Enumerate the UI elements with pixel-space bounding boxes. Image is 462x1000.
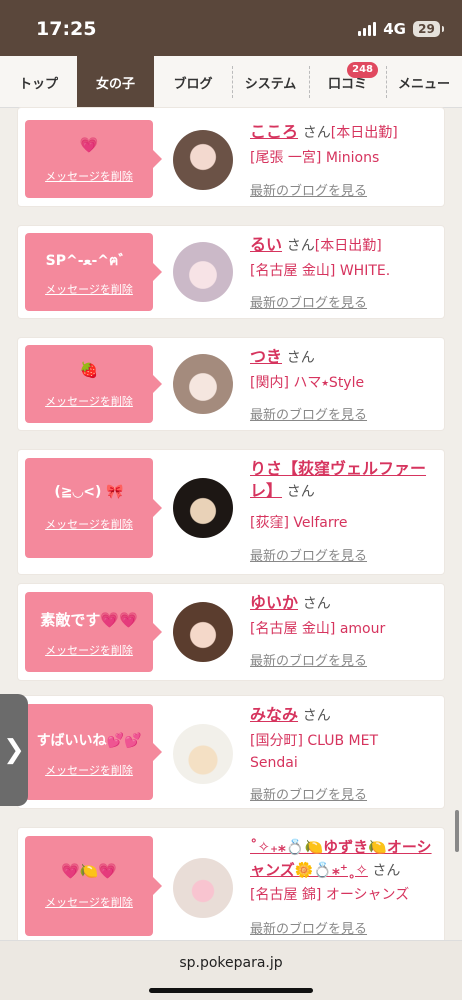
list-item: (≧◡<) 🎀 メッセージを削除 りさ【荻窪ヴェルファーレ】 さん [荻窪] V… [18,450,444,574]
name-line: ˚✧₊⁎💍🍋ゆずき🍋オーシャンズ🌼💍⁎⁺˳✧ さん [250,836,434,882]
latest-blog-link[interactable]: 最新のブログを見る [250,545,367,564]
shop-label: [名古屋 金山] WHITE. [250,263,391,279]
latest-blog-link[interactable]: 最新のブログを見る [250,180,367,199]
message-bubble: 素敵です💗💗 メッセージを削除 [25,592,162,672]
delete-message-link[interactable]: メッセージを削除 [25,281,153,297]
battery-icon: 29 [413,21,444,37]
girl-name-link[interactable]: ˚✧₊⁎💍🍋ゆずき🍋オーシャンズ🌼💍⁎⁺˳✧ [250,838,432,879]
shop-label: [荻窪] Velfarre [250,515,348,531]
name-line: つき さん [250,346,434,369]
name-line: みなみ さん [250,704,434,727]
list-item: すばいいね💕💕 メッセージを削除 みなみ さん [国分町] CLUB MET S… [18,696,444,808]
latest-blog-link[interactable]: 最新のブログを見る [250,292,367,311]
shop-label: [名古屋 錦] オーシャンズ [250,887,410,903]
list-item: 💗 メッセージを削除 こころ さん[本日出勤] [尾張 一宮] Minions … [18,108,444,206]
tab-top[interactable]: トップ [0,56,77,108]
status-label: [本日出勤] [330,125,398,141]
chevron-right-icon: ❯ [3,735,25,765]
tab-girls[interactable]: 女の子 [77,56,154,108]
message-text: 🍓 [79,361,99,379]
side-panel-toggle[interactable]: ❯ [0,694,28,806]
tab-menu[interactable]: メニュー [386,56,462,108]
avatar[interactable] [173,724,233,784]
message-text: 素敵です💗💗 [40,611,138,629]
latest-blog-link[interactable]: 最新のブログを見る [250,650,367,669]
message-text: 💗 [79,136,99,154]
name-line: ゆいか さん [250,592,434,615]
signal-icon [358,22,377,36]
honorific: さん [372,863,401,879]
url-text[interactable]: sp.pokepara.jp [0,955,462,971]
latest-blog-link[interactable]: 最新のブログを見る [250,918,367,937]
delete-message-link[interactable]: メッセージを削除 [25,168,153,184]
delete-message-link[interactable]: メッセージを削除 [25,894,153,910]
message-bubble: 💗 メッセージを削除 [25,120,162,198]
list-item: 💗🍋💗 メッセージを削除 ˚✧₊⁎💍🍋ゆずき🍋オーシャンズ🌼💍⁎⁺˳✧ さん [… [18,828,444,958]
status-time: 17:25 [36,18,97,40]
latest-blog-link[interactable]: 最新のブログを見る [250,784,367,803]
tab-label: メニュー [397,76,450,92]
message-text: (≧◡<) 🎀 [54,484,124,500]
girl-name-link[interactable]: みなみ [250,705,298,724]
list-item: SP^-ﻌ-^ฅ゛ メッセージを削除 るい さん[本日出勤] [名古屋 金山] … [18,226,444,318]
scrollbar[interactable] [455,810,459,852]
delete-message-link[interactable]: メッセージを削除 [25,516,153,532]
avatar[interactable] [173,478,233,538]
shop-label: [名古屋 金山] amour [250,621,386,637]
message-bubble: (≧◡<) 🎀 メッセージを削除 [25,458,162,558]
tab-label: トップ [18,76,58,92]
girl-name-link[interactable]: ゆいか [250,593,298,612]
honorific: さん [286,238,315,254]
shop-label: [国分町] CLUB MET Sendai [250,733,379,771]
tab-label: 女の子 [95,76,135,92]
tab-label: ブログ [173,76,213,92]
status-indicators: 4G 29 [358,20,444,38]
name-line: りさ【荻窪ヴェルファーレ】 さん [250,458,440,503]
reviews-count-badge: 248 [347,62,378,78]
delete-message-link[interactable]: メッセージを削除 [25,642,153,658]
avatar[interactable] [173,858,233,918]
girl-name-link[interactable]: るい [250,235,282,254]
home-indicator[interactable] [149,988,313,993]
list-item: 素敵です💗💗 メッセージを削除 ゆいか さん [名古屋 金山] amour 最新… [18,584,444,680]
avatar[interactable] [173,242,233,302]
girl-name-link[interactable]: つき [250,347,282,366]
message-bubble: 💗🍋💗 メッセージを削除 [25,836,162,936]
network-type: 4G [383,20,406,38]
status-bar: 17:25 4G 29 [0,0,462,56]
status-label: [本日出勤] [314,238,382,254]
avatar[interactable] [173,130,233,190]
honorific: さん [286,350,315,366]
tab-blog[interactable]: ブログ [154,56,232,108]
delete-message-link[interactable]: メッセージを削除 [25,393,153,409]
message-text: すばいいね💕💕 [36,733,142,749]
message-text: 💗🍋💗 [60,862,118,880]
message-bubble: 🍓 メッセージを削除 [25,345,162,423]
latest-blog-link[interactable]: 最新のブログを見る [250,404,367,423]
message-bubble: SP^-ﻌ-^ฅ゛ メッセージを削除 [25,233,162,311]
main-nav: トップ 女の子 ブログ システム 口コミ 248 メニュー [0,56,462,108]
delete-message-link[interactable]: メッセージを削除 [25,762,153,778]
list-item: 🍓 メッセージを削除 つき さん [関内] ハマ⭑Style 最新のブログを見る [18,338,444,430]
name-line: こころ さん[本日出勤] [250,121,434,144]
girl-name-link[interactable]: りさ【荻窪ヴェルファーレ】 [250,459,426,500]
honorific: さん [302,125,331,141]
honorific: さん [286,484,315,500]
tab-system[interactable]: システム [232,56,309,108]
shop-label: [尾張 一宮] Minions [250,150,380,166]
avatar[interactable] [173,602,233,662]
girl-name-link[interactable]: こころ [250,122,298,141]
tab-label: システム [244,76,297,92]
tab-reviews[interactable]: 口コミ 248 [309,56,386,108]
message-text: SP^-ﻌ-^ฅ゛ [45,253,133,269]
honorific: さん [302,708,331,724]
honorific: さん [302,596,331,612]
name-line: るい さん[本日出勤] [250,234,434,257]
message-bubble: すばいいね💕💕 メッセージを削除 [25,704,162,800]
avatar[interactable] [173,354,233,414]
browser-url-bar: sp.pokepara.jp [0,940,462,1000]
shop-label: [関内] ハマ⭑Style [250,375,365,391]
